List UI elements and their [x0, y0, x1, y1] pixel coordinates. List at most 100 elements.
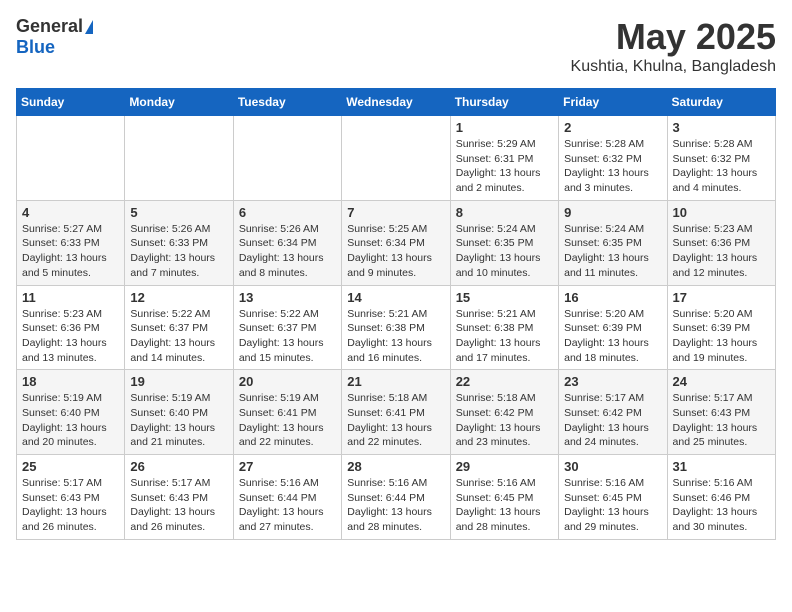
day-info: Sunrise: 5:16 AMSunset: 6:45 PMDaylight:… — [564, 476, 661, 535]
header-saturday: Saturday — [667, 89, 775, 116]
day-info: Sunrise: 5:27 AMSunset: 6:33 PMDaylight:… — [22, 222, 119, 281]
day-info: Sunrise: 5:26 AMSunset: 6:34 PMDaylight:… — [239, 222, 336, 281]
day-info: Sunrise: 5:18 AMSunset: 6:42 PMDaylight:… — [456, 391, 553, 450]
calendar-cell: 3 Sunrise: 5:28 AMSunset: 6:32 PMDaylight… — [667, 116, 775, 201]
calendar-cell: 7Sunrise: 5:25 AMSunset: 6:34 PMDaylight… — [342, 200, 450, 285]
calendar-cell: 24 Sunrise: 5:17 AMSunset: 6:43 PMDayligh… — [667, 370, 775, 455]
calendar-cell: 1Sunrise: 5:29 AMSunset: 6:31 PMDaylight… — [450, 116, 558, 201]
header-friday: Friday — [559, 89, 667, 116]
day-info: Sunrise: 5:17 AMSunset: 6:43 PMDaylight:… — [673, 391, 770, 450]
day-info: Sunrise: 5:17 AMSunset: 6:43 PMDaylight:… — [130, 476, 227, 535]
day-info: Sunrise: 5:16 AMSunset: 6:44 PMDaylight:… — [347, 476, 444, 535]
day-number: 9 — [564, 205, 661, 220]
day-number: 31 — [673, 459, 770, 474]
day-number: 30 — [564, 459, 661, 474]
calendar-cell: 25Sunrise: 5:17 AMSunset: 6:43 PMDayligh… — [17, 455, 125, 540]
day-info: Sunrise: 5:17 AMSunset: 6:43 PMDaylight:… — [22, 476, 119, 535]
week-row-3: 11 Sunrise: 5:23 AMSunset: 6:36 PMDayligh… — [17, 285, 776, 370]
location-subtitle: Kushtia, Khulna, Bangladesh — [571, 58, 776, 76]
calendar-cell: 2 Sunrise: 5:28 AMSunset: 6:32 PMDaylight… — [559, 116, 667, 201]
day-info: Sunrise: 5:24 AMSunset: 6:35 PMDaylight:… — [456, 222, 553, 281]
day-info: Sunrise: 5:28 AMSunset: 6:32 PMDaylight:… — [673, 137, 770, 196]
day-number: 29 — [456, 459, 553, 474]
calendar-cell: 12 Sunrise: 5:22 AMSunset: 6:37 PMDayligh… — [125, 285, 233, 370]
calendar-cell — [17, 116, 125, 201]
calendar-cell: 17Sunrise: 5:20 AMSunset: 6:39 PMDayligh… — [667, 285, 775, 370]
day-number: 18 — [22, 374, 119, 389]
day-info: Sunrise: 5:26 AMSunset: 6:33 PMDaylight:… — [130, 222, 227, 281]
day-number: 10 — [673, 205, 770, 220]
calendar-table: SundayMondayTuesdayWednesdayThursdayFrid… — [16, 88, 776, 540]
day-number: 7 — [347, 205, 444, 220]
calendar-cell: 31 Sunrise: 5:16 AMSunset: 6:46 PMDayligh… — [667, 455, 775, 540]
calendar-cell: 22 Sunrise: 5:18 AMSunset: 6:42 PMDayligh… — [450, 370, 558, 455]
header-monday: Monday — [125, 89, 233, 116]
calendar-cell: 4 Sunrise: 5:27 AMSunset: 6:33 PMDaylight… — [17, 200, 125, 285]
day-info: Sunrise: 5:22 AMSunset: 6:37 PMDaylight:… — [130, 307, 227, 366]
day-info: Sunrise: 5:16 AMSunset: 6:45 PMDaylight:… — [456, 476, 553, 535]
day-number: 2 — [564, 120, 661, 135]
day-info: Sunrise: 5:16 AMSunset: 6:46 PMDaylight:… — [673, 476, 770, 535]
day-number: 8 — [456, 205, 553, 220]
day-number: 11 — [22, 290, 119, 305]
calendar-cell: 20 Sunrise: 5:19 AMSunset: 6:41 PMDayligh… — [233, 370, 341, 455]
day-number: 4 — [22, 205, 119, 220]
calendar-cell: 9 Sunrise: 5:24 AMSunset: 6:35 PMDaylight… — [559, 200, 667, 285]
day-number: 3 — [673, 120, 770, 135]
day-number: 21 — [347, 374, 444, 389]
day-number: 17 — [673, 290, 770, 305]
logo: General Blue — [16, 16, 93, 58]
header-tuesday: Tuesday — [233, 89, 341, 116]
calendar-cell: 18 Sunrise: 5:19 AMSunset: 6:40 PMDayligh… — [17, 370, 125, 455]
calendar-cell: 10 Sunrise: 5:23 AMSunset: 6:36 PMDayligh… — [667, 200, 775, 285]
day-info: Sunrise: 5:22 AMSunset: 6:37 PMDaylight:… — [239, 307, 336, 366]
calendar-cell: 5Sunrise: 5:26 AMSunset: 6:33 PMDaylight… — [125, 200, 233, 285]
calendar-cell: 19Sunrise: 5:19 AMSunset: 6:40 PMDayligh… — [125, 370, 233, 455]
week-row-5: 25Sunrise: 5:17 AMSunset: 6:43 PMDayligh… — [17, 455, 776, 540]
calendar-cell: 14 Sunrise: 5:21 AMSunset: 6:38 PMDayligh… — [342, 285, 450, 370]
day-number: 19 — [130, 374, 227, 389]
calendar-cell: 8 Sunrise: 5:24 AMSunset: 6:35 PMDaylight… — [450, 200, 558, 285]
page-header: General Blue May 2025 Kushtia, Khulna, B… — [16, 16, 776, 76]
day-info: Sunrise: 5:21 AMSunset: 6:38 PMDaylight:… — [456, 307, 553, 366]
calendar-cell: 29 Sunrise: 5:16 AMSunset: 6:45 PMDayligh… — [450, 455, 558, 540]
day-number: 27 — [239, 459, 336, 474]
day-number: 26 — [130, 459, 227, 474]
day-number: 1 — [456, 120, 553, 135]
day-info: Sunrise: 5:17 AMSunset: 6:42 PMDaylight:… — [564, 391, 661, 450]
day-number: 20 — [239, 374, 336, 389]
day-number: 24 — [673, 374, 770, 389]
day-number: 13 — [239, 290, 336, 305]
calendar-header-row: SundayMondayTuesdayWednesdayThursdayFrid… — [17, 89, 776, 116]
week-row-1: 1Sunrise: 5:29 AMSunset: 6:31 PMDaylight… — [17, 116, 776, 201]
day-number: 12 — [130, 290, 227, 305]
day-number: 6 — [239, 205, 336, 220]
day-info: Sunrise: 5:23 AMSunset: 6:36 PMDaylight:… — [673, 222, 770, 281]
day-info: Sunrise: 5:16 AMSunset: 6:44 PMDaylight:… — [239, 476, 336, 535]
day-info: Sunrise: 5:18 AMSunset: 6:41 PMDaylight:… — [347, 391, 444, 450]
calendar-cell — [233, 116, 341, 201]
day-number: 22 — [456, 374, 553, 389]
day-info: Sunrise: 5:19 AMSunset: 6:41 PMDaylight:… — [239, 391, 336, 450]
day-number: 16 — [564, 290, 661, 305]
day-number: 14 — [347, 290, 444, 305]
day-number: 23 — [564, 374, 661, 389]
calendar-cell: 28Sunrise: 5:16 AMSunset: 6:44 PMDayligh… — [342, 455, 450, 540]
title-section: May 2025 Kushtia, Khulna, Bangladesh — [571, 16, 776, 76]
header-thursday: Thursday — [450, 89, 558, 116]
calendar-cell — [342, 116, 450, 201]
month-year-title: May 2025 — [571, 16, 776, 58]
day-info: Sunrise: 5:21 AMSunset: 6:38 PMDaylight:… — [347, 307, 444, 366]
calendar-cell: 27 Sunrise: 5:16 AMSunset: 6:44 PMDayligh… — [233, 455, 341, 540]
header-wednesday: Wednesday — [342, 89, 450, 116]
day-info: Sunrise: 5:23 AMSunset: 6:36 PMDaylight:… — [22, 307, 119, 366]
logo-icon — [85, 20, 93, 34]
calendar-cell: 16 Sunrise: 5:20 AMSunset: 6:39 PMDayligh… — [559, 285, 667, 370]
day-info: Sunrise: 5:24 AMSunset: 6:35 PMDaylight:… — [564, 222, 661, 281]
day-info: Sunrise: 5:19 AMSunset: 6:40 PMDaylight:… — [22, 391, 119, 450]
calendar-cell: 30 Sunrise: 5:16 AMSunset: 6:45 PMDayligh… — [559, 455, 667, 540]
day-info: Sunrise: 5:20 AMSunset: 6:39 PMDaylight:… — [564, 307, 661, 366]
calendar-cell: 26 Sunrise: 5:17 AMSunset: 6:43 PMDayligh… — [125, 455, 233, 540]
day-number: 15 — [456, 290, 553, 305]
day-info: Sunrise: 5:28 AMSunset: 6:32 PMDaylight:… — [564, 137, 661, 196]
